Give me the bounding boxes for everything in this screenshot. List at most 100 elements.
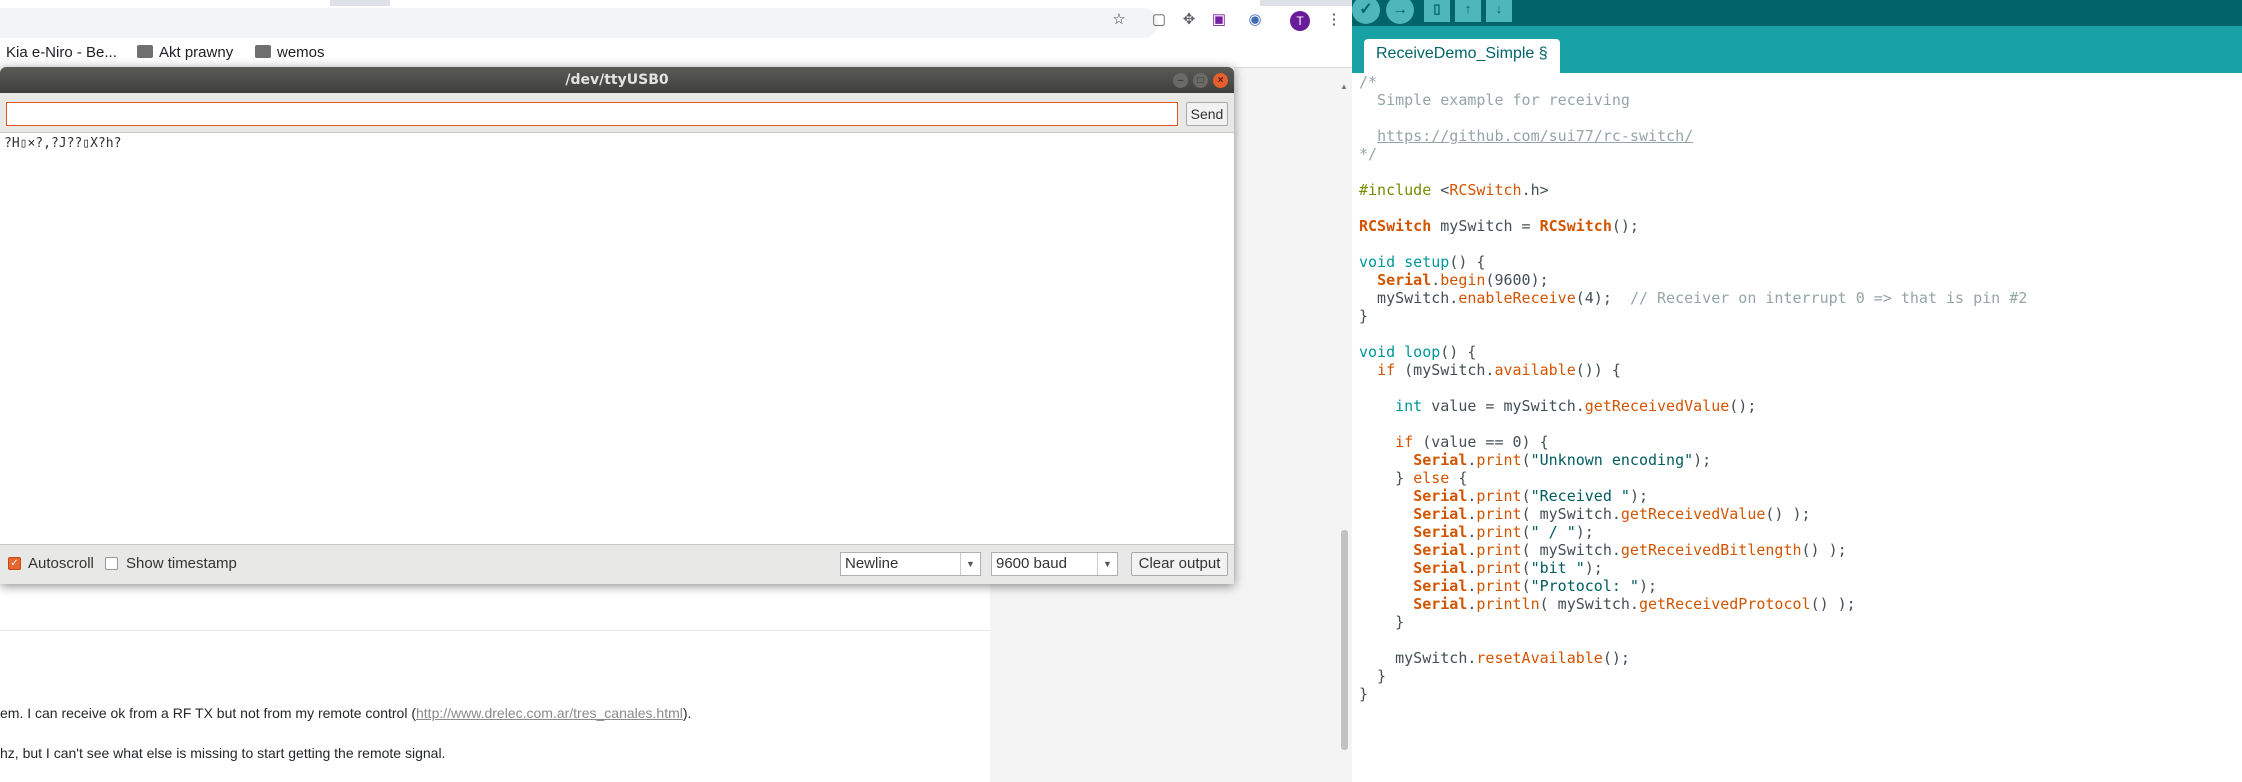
scrollbar-thumb[interactable]: [1341, 530, 1348, 750]
code-line[interactable]: [1359, 325, 2027, 343]
code-line[interactable]: Serial.print(" / ");: [1359, 523, 2027, 541]
code-token: (: [1521, 559, 1531, 577]
code-line[interactable]: [1359, 235, 2027, 253]
code-token: (: [1521, 577, 1531, 595]
code-line[interactable]: Serial.print( mySwitch.getReceivedBitlen…: [1359, 541, 2027, 559]
code-token: Serial: [1413, 505, 1468, 523]
code-editor[interactable]: /* Simple example for receiving https://…: [1352, 73, 2242, 782]
bookmark-star-icon[interactable]: ☆: [1110, 11, 1128, 29]
code-token: ( mySwitch.: [1521, 505, 1621, 523]
code-token: );: [1575, 523, 1594, 541]
code-line[interactable]: Serial.print("Unknown encoding");: [1359, 451, 2027, 469]
code-line[interactable]: #include <RCSwitch.h>: [1359, 181, 2027, 199]
code-line[interactable]: }: [1359, 613, 2027, 631]
code-line[interactable]: https://github.com/sui77/rc-switch/: [1359, 127, 2027, 145]
code-line[interactable]: Serial.print("Received ");: [1359, 487, 2027, 505]
extension-purple-icon[interactable]: ▣: [1210, 11, 1228, 29]
code-line[interactable]: void loop() {: [1359, 343, 2027, 361]
more-menu-icon[interactable]: ⋮: [1325, 11, 1343, 29]
code-line[interactable]: [1359, 631, 2027, 649]
scroll-up-icon[interactable]: ▲: [1340, 82, 1348, 91]
sketch-tab[interactable]: ReceiveDemo_Simple §: [1364, 39, 1560, 73]
code-line[interactable]: }: [1359, 685, 2027, 703]
code-token: Serial: [1413, 523, 1468, 541]
code-line[interactable]: Serial.println( mySwitch.getReceivedProt…: [1359, 595, 2027, 613]
code-token: Serial: [1377, 271, 1432, 289]
code-token: (mySwitch.: [1395, 361, 1495, 379]
code-line[interactable]: if (value == 0) {: [1359, 433, 2027, 451]
code-line[interactable]: RCSwitch mySwitch = RCSwitch();: [1359, 217, 2027, 235]
bookmark-wemos[interactable]: wemos: [255, 44, 325, 61]
chevron-down-icon: ▼: [960, 553, 980, 575]
code-line[interactable]: [1359, 199, 2027, 217]
code-line[interactable]: Serial.print("bit ");: [1359, 559, 2027, 577]
baud-rate-select[interactable]: 9600 baud ▼: [991, 552, 1118, 576]
code-token: #include: [1359, 181, 1441, 199]
upload-icon[interactable]: →: [1386, 0, 1414, 24]
post-text-segment: ).: [682, 705, 692, 721]
code-line[interactable]: }: [1359, 307, 2027, 325]
extension-move-icon[interactable]: ✥: [1180, 11, 1198, 29]
code-token: https://github.com/sui77/rc-switch/: [1377, 127, 1694, 145]
source-code[interactable]: /* Simple example for receiving https://…: [1359, 73, 2027, 703]
code-line[interactable]: Serial.print("Protocol: ");: [1359, 577, 2027, 595]
code-token: () );: [1765, 505, 1811, 523]
close-icon[interactable]: ×: [1213, 73, 1228, 88]
code-line[interactable]: }: [1359, 667, 2027, 685]
new-file-icon[interactable]: ▯: [1424, 0, 1450, 22]
code-line[interactable]: mySwitch.resetAvailable();: [1359, 649, 2027, 667]
send-button[interactable]: Send: [1186, 102, 1228, 126]
autoscroll-checkbox[interactable]: ✓: [8, 557, 21, 570]
code-line[interactable]: */: [1359, 145, 2027, 163]
bookmark-label: wemos: [277, 44, 325, 61]
line-ending-select[interactable]: Newline ▼: [840, 552, 981, 576]
minimize-icon[interactable]: –: [1173, 73, 1188, 88]
bookmark-kia[interactable]: Kia e-Niro - Be...: [6, 44, 117, 61]
code-line[interactable]: } else {: [1359, 469, 2027, 487]
clear-output-button[interactable]: Clear output: [1131, 552, 1228, 576]
serial-input[interactable]: [6, 102, 1178, 126]
post-text: hz, but I can't see what else is missing…: [0, 745, 445, 761]
code-line[interactable]: /*: [1359, 73, 2027, 91]
code-token: );: [1638, 577, 1658, 595]
code-line[interactable]: Serial.begin(9600);: [1359, 271, 2027, 289]
code-line[interactable]: mySwitch.enableReceive(4); // Receiver o…: [1359, 289, 2027, 307]
code-token: print: [1476, 541, 1522, 559]
code-line[interactable]: Simple example for receiving: [1359, 91, 2027, 109]
code-line[interactable]: [1359, 163, 2027, 181]
avatar[interactable]: T: [1290, 11, 1310, 31]
code-line[interactable]: [1359, 379, 2027, 397]
post-link[interactable]: http://www.drelec.com.ar/tres_canales.ht…: [416, 705, 683, 721]
code-token: // Receiver on interrupt 0 => that is pi…: [1629, 289, 2028, 307]
code-token: (: [1521, 523, 1531, 541]
code-line[interactable]: Serial.print( mySwitch.getReceivedValue(…: [1359, 505, 2027, 523]
save-icon[interactable]: ↓: [1486, 0, 1512, 22]
code-line[interactable]: if (mySwitch.available()) {: [1359, 361, 2027, 379]
extension-square-icon[interactable]: ▢: [1150, 11, 1168, 29]
code-token: Simple example for receiving: [1359, 91, 1630, 109]
show-timestamp-checkbox[interactable]: [105, 557, 118, 570]
maximize-icon[interactable]: □: [1193, 73, 1208, 88]
code-line[interactable]: [1359, 415, 2027, 433]
code-line[interactable]: void setup() {: [1359, 253, 2027, 271]
bookmark-akt-prawny[interactable]: Akt prawny: [137, 44, 233, 61]
code-token: () );: [1801, 541, 1847, 559]
code-token: void: [1359, 253, 1396, 271]
code-line[interactable]: int value = mySwitch.getReceivedValue();: [1359, 397, 2027, 415]
code-token: .h>: [1521, 181, 1549, 199]
code-line[interactable]: [1359, 109, 2027, 127]
extension-blue-icon[interactable]: ◉: [1246, 11, 1264, 29]
serial-output: ?H▯×?,?J??▯X?h?: [0, 132, 1234, 545]
title-bar[interactable]: /dev/ttyUSB0 – □ ×: [0, 67, 1234, 93]
page-scrollbar[interactable]: ▲: [1337, 78, 1351, 758]
open-icon[interactable]: ↑: [1455, 0, 1481, 22]
verify-icon[interactable]: ✓: [1352, 0, 1380, 24]
code-token: }: [1359, 307, 1369, 325]
code-token: "Protocol: ": [1530, 577, 1639, 595]
address-bar[interactable]: [0, 8, 1158, 38]
autoscroll-label: Autoscroll: [28, 555, 94, 572]
